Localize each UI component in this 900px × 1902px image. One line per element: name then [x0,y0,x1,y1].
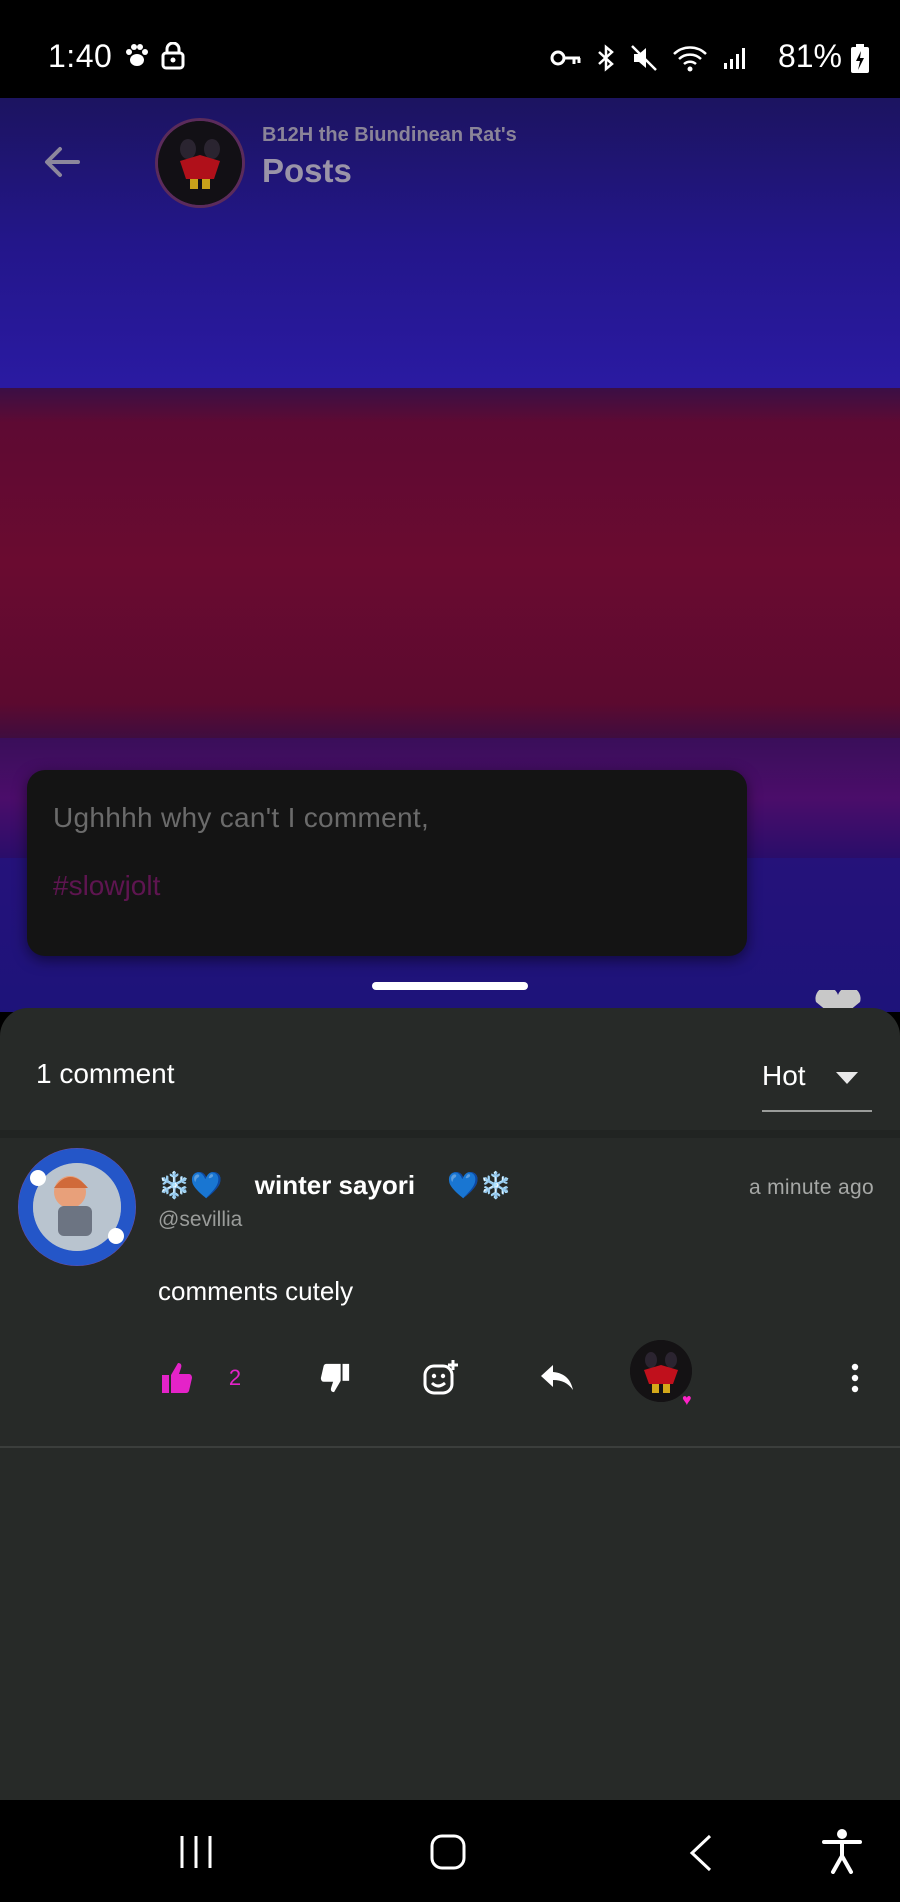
add-reaction-icon [423,1360,458,1395]
header-avatar[interactable] [155,118,245,208]
name-suffix-emoji: 💙❄️ [447,1170,512,1200]
commenter-name-row[interactable]: ❄️💙 winter sayori 💙❄️ [158,1170,512,1201]
post-card[interactable]: Ughhhh why can't I comment, #slowjolt [27,770,747,956]
comment-divider [0,1446,900,1448]
commenter-avatar[interactable] [18,1148,136,1266]
comment-timestamp: a minute ago [748,1176,874,1199]
system-nav-bar [0,1800,900,1902]
reaction-heart-icon: ♥ [682,1392,692,1409]
post-text: Ughhhh why can't I comment, [53,802,430,833]
like-count: 2 [228,1365,242,1390]
sheet-drag-handle[interactable] [372,982,528,990]
nav-back-icon[interactable] [688,1834,714,1872]
like-button[interactable] [154,1342,200,1414]
reply-button[interactable] [534,1342,580,1414]
status-right-icons [550,44,750,72]
accessibility-icon[interactable] [822,1828,862,1874]
commenter-handle: @sevillia [158,1208,243,1231]
header-subtitle: B12H the Biundinean Rat's [262,124,517,146]
sort-selected: Hot [762,1060,806,1091]
more-options-button[interactable] [842,1342,868,1414]
thumbs-up-icon [162,1363,192,1393]
wifi-icon [673,46,707,72]
status-time: 1:40 [48,38,113,74]
bluetooth-icon [598,44,614,72]
comment-body: comments cutely [158,1276,354,1306]
post-hashtag[interactable]: #slowjolt [53,870,160,902]
thumbs-down-icon [320,1363,350,1393]
status-left-icons [122,42,186,70]
back-arrow-icon[interactable] [40,140,84,184]
paw-icon [126,44,148,66]
recent-apps-icon[interactable] [178,1834,214,1870]
add-reaction-button[interactable] [418,1342,464,1414]
status-bar: 1:40 81% [0,0,900,98]
caret-down-icon [836,1072,858,1084]
mute-icon [631,45,657,71]
comment-actions: 2 ♥ [0,1340,900,1414]
battery-charging-icon [851,44,869,73]
home-icon[interactable] [430,1834,466,1870]
divider [0,1130,900,1138]
dislike-button[interactable] [312,1342,358,1414]
signal-icon [724,48,745,69]
comments-header: 1 comment Hot [0,1008,900,1130]
page-title: Posts [262,152,352,189]
more-vertical-icon [851,1363,859,1393]
commenter-name[interactable]: winter sayori [255,1170,415,1201]
sort-dropdown[interactable]: Hot [762,1048,872,1112]
reply-icon [541,1365,573,1390]
battery-percent: 81% [777,38,842,74]
vpn-key-icon [550,50,581,66]
lock-icon [161,42,185,70]
name-prefix-emoji: ❄️💙 [158,1170,223,1200]
comment-count: 1 comment [36,1058,175,1089]
